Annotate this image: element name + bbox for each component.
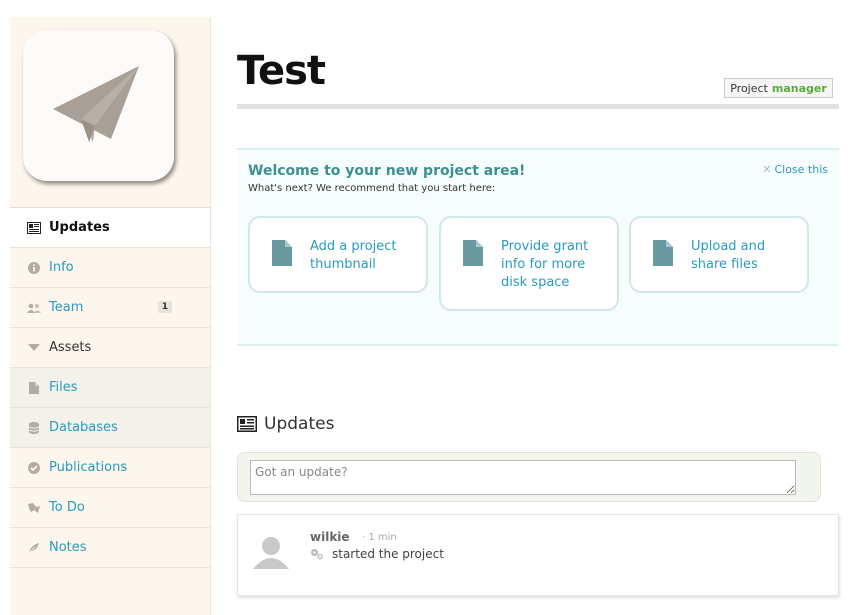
sidebar-item-label: Publications <box>49 460 128 475</box>
sidebar-item-notes[interactable]: Notes <box>10 528 210 568</box>
sidebar-nav: Updates Info Team 1 Assets Files Databas… <box>10 208 210 568</box>
close-icon: ✕ <box>762 163 772 176</box>
sidebar: Updates Info Team 1 Assets Files Databas… <box>10 17 211 615</box>
update-action: started the project <box>310 547 444 561</box>
card-line: info for more <box>501 257 586 272</box>
sidebar-item-publications[interactable]: Publications <box>10 448 210 488</box>
add-thumbnail-card[interactable]: Add a project thumbnail <box>248 216 428 293</box>
sidebar-item-label: Team <box>49 300 84 315</box>
card-line: Provide grant <box>501 239 589 254</box>
project-logo[interactable] <box>23 30 174 181</box>
file-icon <box>27 381 41 395</box>
check-circle-icon <box>27 461 41 475</box>
card-line: share files <box>691 257 758 272</box>
info-icon <box>27 261 41 275</box>
updates-heading-label: Updates <box>264 414 335 434</box>
project-logo-area <box>10 17 210 208</box>
update-composer <box>237 452 821 502</box>
close-welcome-button[interactable]: ✕ Close this <box>762 163 828 176</box>
team-count-badge: 1 <box>157 301 172 313</box>
role-label: manager <box>771 81 827 95</box>
sidebar-item-databases[interactable]: Databases <box>10 408 210 448</box>
role-badge: Project manager <box>724 78 833 98</box>
card-line: Add a project <box>310 239 397 254</box>
welcome-subtext: What's next? We recommend that you start… <box>248 183 496 194</box>
newspaper-icon <box>237 416 257 432</box>
update-action-text: started the project <box>332 547 444 561</box>
welcome-panel: Welcome to your new project area! What's… <box>237 148 839 346</box>
update-username[interactable]: wilkie <box>310 530 350 544</box>
sidebar-item-label: Files <box>49 380 78 395</box>
page-title: Test <box>237 48 326 94</box>
avatar <box>253 537 289 569</box>
gears-icon <box>310 548 324 560</box>
update-timestamp: · 1 min <box>362 532 397 543</box>
sidebar-item-label: Notes <box>49 540 87 555</box>
update-input[interactable] <box>250 460 796 495</box>
card-line: Upload and <box>691 239 766 254</box>
welcome-heading: Welcome to your new project area! <box>248 163 526 179</box>
updates-heading: Updates <box>237 414 334 434</box>
title-divider <box>237 104 839 109</box>
sidebar-item-label: To Do <box>49 500 85 515</box>
role-prefix: Project <box>730 81 768 95</box>
database-icon <box>27 421 41 435</box>
triangle-down-icon <box>27 341 41 355</box>
sidebar-item-updates[interactable]: Updates <box>10 208 210 248</box>
close-label: Close this <box>774 163 828 176</box>
sidebar-item-files[interactable]: Files <box>10 368 210 408</box>
update-entry: wilkie · 1 min started the project <box>237 514 839 596</box>
sidebar-item-todo[interactable]: To Do <box>10 488 210 528</box>
card-line: disk space <box>501 275 570 290</box>
document-icon <box>272 240 292 266</box>
team-icon <box>27 301 41 315</box>
upload-files-card[interactable]: Upload and share files <box>629 216 809 293</box>
paper-plane-icon <box>53 66 139 142</box>
card-line: thumbnail <box>310 257 376 272</box>
sidebar-item-assets[interactable]: Assets <box>10 328 210 368</box>
sidebar-item-label: Databases <box>49 420 118 435</box>
sidebar-item-info[interactable]: Info <box>10 248 210 288</box>
grant-info-card[interactable]: Provide grant info for more disk space <box>439 216 619 311</box>
newspaper-icon <box>27 221 41 235</box>
sidebar-item-label: Updates <box>49 220 110 235</box>
feather-icon <box>27 541 41 555</box>
document-icon <box>653 240 673 266</box>
todo-icon <box>27 501 41 515</box>
sidebar-item-label: Info <box>49 260 74 275</box>
document-icon <box>463 240 483 266</box>
sidebar-item-label: Assets <box>49 340 92 355</box>
sidebar-item-team[interactable]: Team 1 <box>10 288 210 328</box>
